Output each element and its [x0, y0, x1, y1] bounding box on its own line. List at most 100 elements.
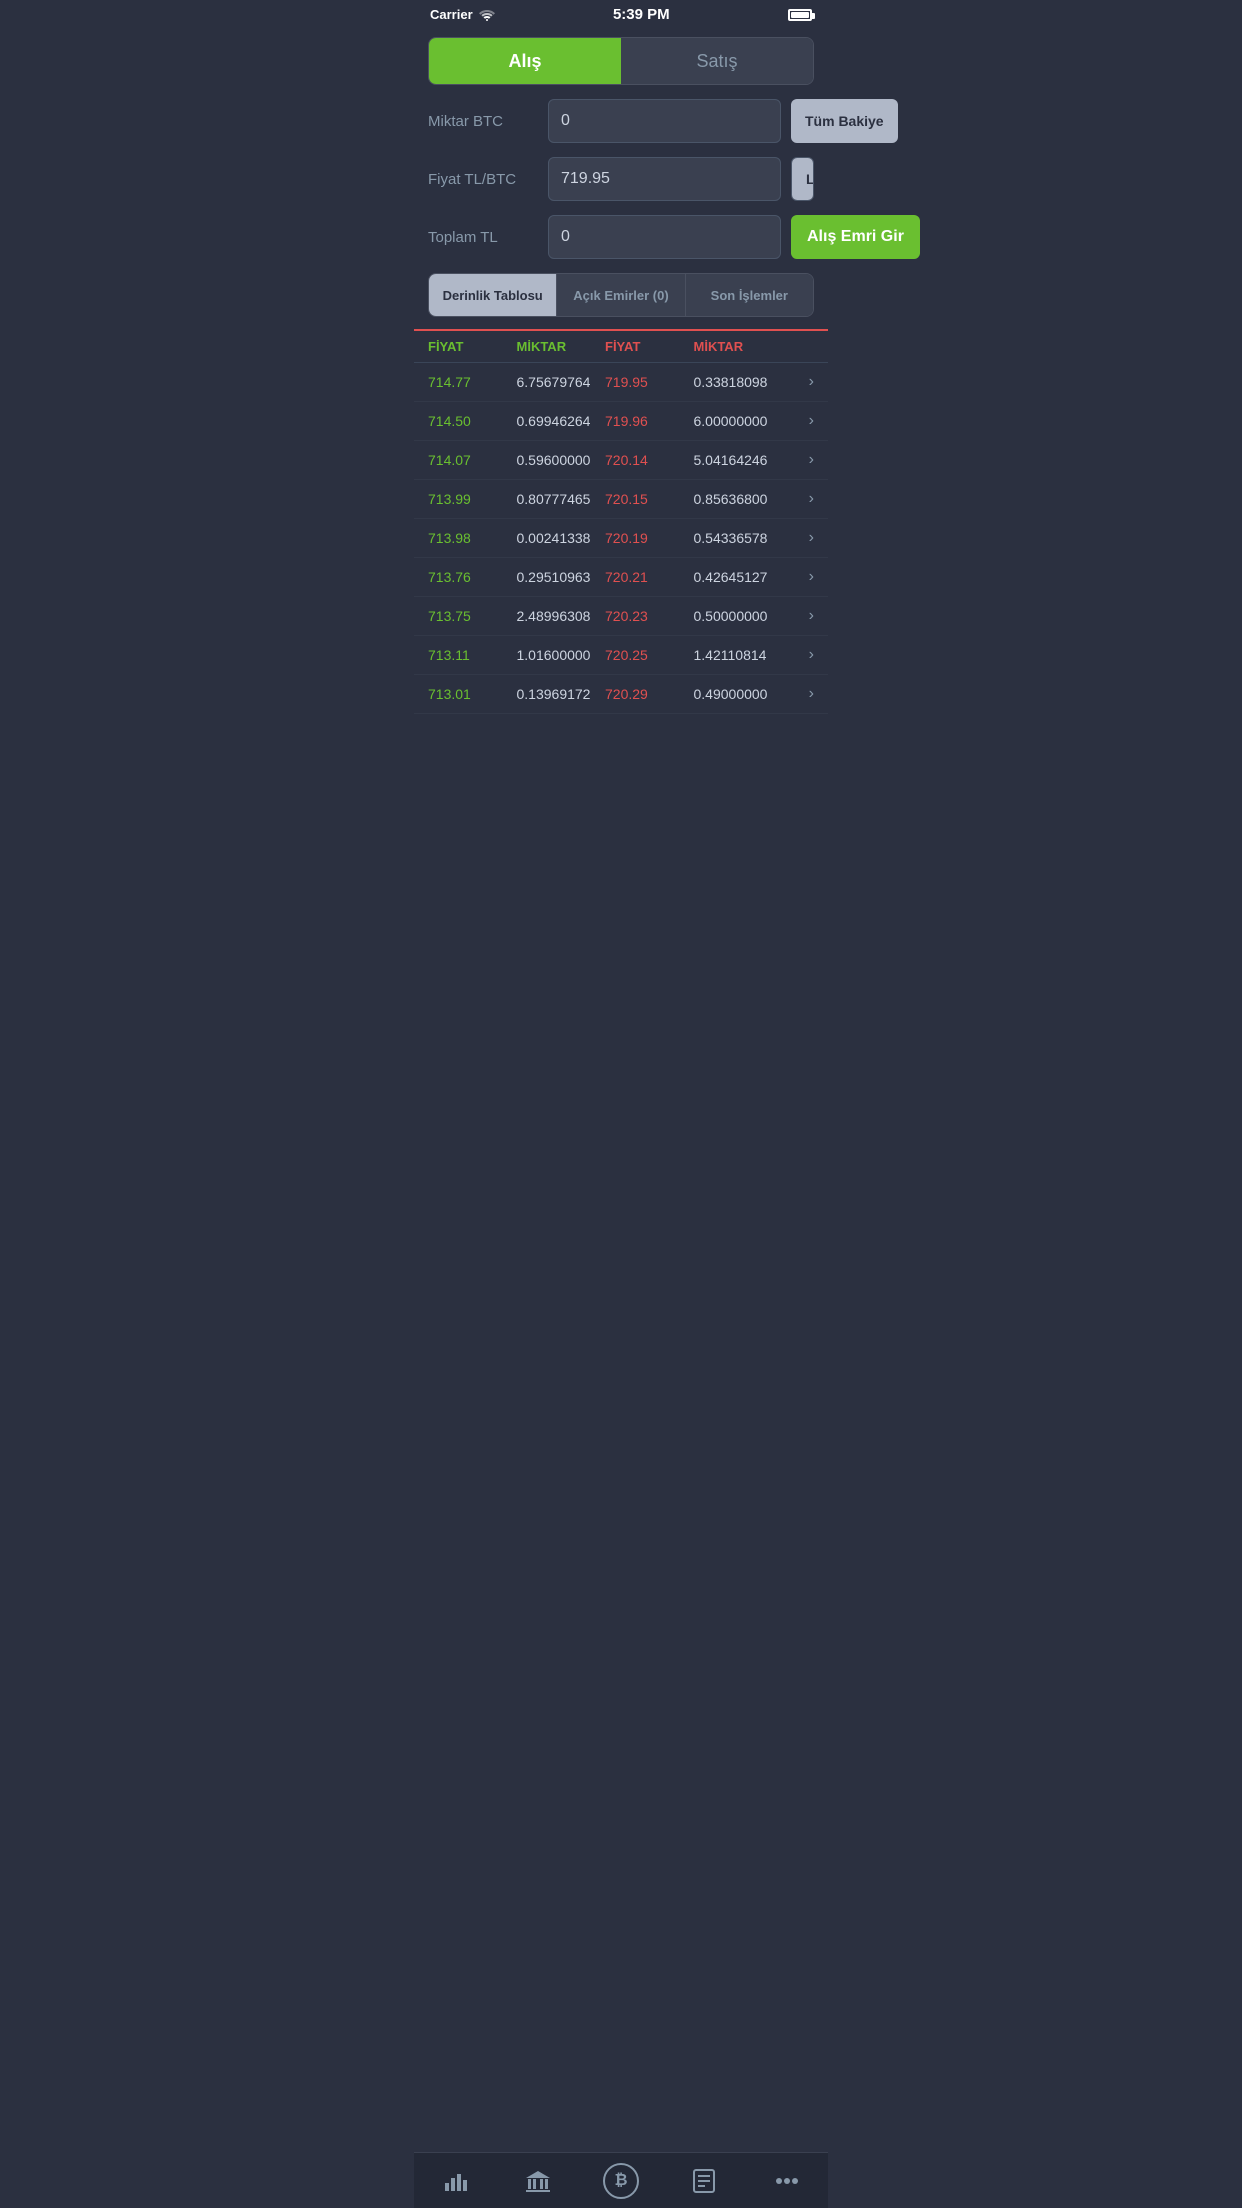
tab-son-islemler[interactable]: Son İşlemler — [686, 274, 813, 316]
bid-qty: 1.01600000 — [517, 647, 606, 663]
ask-qty: 1.42110814 — [694, 647, 783, 663]
table-row[interactable]: 714.77 6.75679764 719.95 0.33818098 › — [414, 363, 828, 402]
header-spacer — [782, 339, 814, 354]
toplam-input[interactable] — [548, 215, 781, 259]
ask-qty: 5.04164246 — [694, 452, 783, 468]
bottom-nav: ₿ — [414, 2152, 828, 2208]
status-battery — [788, 9, 812, 21]
tab-acik-emir[interactable]: Açık Emirler (0) — [557, 274, 685, 316]
bid-price: 714.07 — [428, 452, 517, 468]
table-body: 714.77 6.75679764 719.95 0.33818098 › 71… — [414, 363, 828, 714]
bid-price: 714.77 — [428, 374, 517, 390]
row-arrow: › — [782, 373, 814, 391]
ask-price: 720.14 — [605, 452, 694, 468]
btc-symbol: ₿ — [614, 2172, 627, 2190]
table-row[interactable]: 713.98 0.00241338 720.19 0.54336578 › — [414, 519, 828, 558]
row-arrow: › — [782, 412, 814, 430]
row-arrow: › — [782, 490, 814, 508]
fiyat-input[interactable] — [548, 157, 781, 201]
ask-price: 720.19 — [605, 530, 694, 546]
bid-price: 713.98 — [428, 530, 517, 546]
table-header: FİYAT MİKTAR FİYAT MİKTAR — [414, 331, 828, 363]
chart-icon — [443, 2169, 467, 2193]
row-arrow: › — [782, 607, 814, 625]
bid-qty: 2.48996308 — [517, 608, 606, 624]
bid-price: 713.11 — [428, 647, 517, 663]
row-arrow: › — [782, 529, 814, 547]
ask-qty: 0.50000000 — [694, 608, 783, 624]
wifi-icon — [479, 9, 495, 21]
row-arrow: › — [782, 646, 814, 664]
table-row[interactable]: 713.11 1.01600000 720.25 1.42110814 › — [414, 636, 828, 675]
toplam-label: Toplam TL — [428, 229, 538, 246]
bid-price: 713.75 — [428, 608, 517, 624]
row-arrow: › — [782, 685, 814, 703]
limit-piyasa-group: Limit Piyasa — [791, 157, 814, 201]
ask-qty: 0.49000000 — [694, 686, 783, 702]
table-row[interactable]: 713.99 0.80777465 720.15 0.85636800 › — [414, 480, 828, 519]
ask-qty: 0.54336578 — [694, 530, 783, 546]
status-bar: Carrier 5:39 PM — [414, 0, 828, 27]
nav-bank[interactable] — [497, 2153, 580, 2208]
alis-emri-button[interactable]: Alış Emri Gir — [791, 215, 920, 259]
nav-chart[interactable] — [414, 2153, 497, 2208]
bid-price: 714.50 — [428, 413, 517, 429]
ask-price: 720.25 — [605, 647, 694, 663]
header-miktar2: MİKTAR — [694, 339, 783, 354]
row-arrow: › — [782, 568, 814, 586]
order-form: Miktar BTC Tüm Bakiye Fiyat TL/BTC Limit… — [414, 85, 828, 259]
nav-btc[interactable]: ₿ — [580, 2153, 663, 2208]
ask-qty: 6.00000000 — [694, 413, 783, 429]
header-fiyat2: FİYAT — [605, 339, 694, 354]
limit-button[interactable]: Limit — [792, 158, 814, 200]
ask-price: 719.95 — [605, 374, 694, 390]
nav-orders[interactable] — [662, 2153, 745, 2208]
ask-price: 720.15 — [605, 491, 694, 507]
bid-qty: 0.69946264 — [517, 413, 606, 429]
battery-icon — [788, 9, 812, 21]
table-row[interactable]: 714.50 0.69946264 719.96 6.00000000 › — [414, 402, 828, 441]
nav-profile[interactable] — [745, 2153, 828, 2208]
table-row[interactable]: 713.76 0.29510963 720.21 0.42645127 › — [414, 558, 828, 597]
bid-price: 713.01 — [428, 686, 517, 702]
ask-price: 719.96 — [605, 413, 694, 429]
status-carrier: Carrier — [430, 7, 495, 22]
bid-price: 713.99 — [428, 491, 517, 507]
ask-price: 720.23 — [605, 608, 694, 624]
miktar-row: Miktar BTC Tüm Bakiye — [428, 99, 814, 143]
table-row[interactable]: 714.07 0.59600000 720.14 5.04164246 › — [414, 441, 828, 480]
header-fiyat1: FİYAT — [428, 339, 517, 354]
orders-icon — [693, 2169, 715, 2193]
ask-qty: 0.33818098 — [694, 374, 783, 390]
status-time: 5:39 PM — [613, 6, 670, 23]
bid-qty: 0.00241338 — [517, 530, 606, 546]
row-arrow: › — [782, 451, 814, 469]
profile-icon — [773, 2169, 801, 2193]
bid-qty: 6.75679764 — [517, 374, 606, 390]
ask-qty: 0.42645127 — [694, 569, 783, 585]
bid-qty: 0.80777465 — [517, 491, 606, 507]
ask-price: 720.29 — [605, 686, 694, 702]
buy-sell-tab-group: Alış Satış — [428, 37, 814, 85]
fiyat-row: Fiyat TL/BTC Limit Piyasa — [428, 157, 814, 201]
header-miktar1: MİKTAR — [517, 339, 606, 354]
fiyat-label: Fiyat TL/BTC — [428, 171, 538, 188]
section-tab-group: Derinlik Tablosu Açık Emirler (0) Son İş… — [428, 273, 814, 317]
table-row[interactable]: 713.75 2.48996308 720.23 0.50000000 › — [414, 597, 828, 636]
depth-table: FİYAT MİKTAR FİYAT MİKTAR 714.77 6.75679… — [414, 329, 828, 714]
bid-qty: 0.59600000 — [517, 452, 606, 468]
btc-circle-icon: ₿ — [603, 2163, 639, 2199]
miktar-label: Miktar BTC — [428, 113, 538, 130]
tab-derinlik[interactable]: Derinlik Tablosu — [429, 274, 557, 316]
tum-bakiye-button[interactable]: Tüm Bakiye — [791, 99, 898, 143]
miktar-input[interactable] — [548, 99, 781, 143]
bid-qty: 0.13969172 — [517, 686, 606, 702]
tab-sell[interactable]: Satış — [621, 38, 813, 84]
tab-buy[interactable]: Alış — [429, 38, 621, 84]
ask-qty: 0.85636800 — [694, 491, 783, 507]
carrier-text: Carrier — [430, 7, 473, 22]
toplam-row: Toplam TL Alış Emri Gir — [428, 215, 814, 259]
bank-icon — [525, 2169, 551, 2193]
table-row[interactable]: 713.01 0.13969172 720.29 0.49000000 › — [414, 675, 828, 714]
bid-price: 713.76 — [428, 569, 517, 585]
